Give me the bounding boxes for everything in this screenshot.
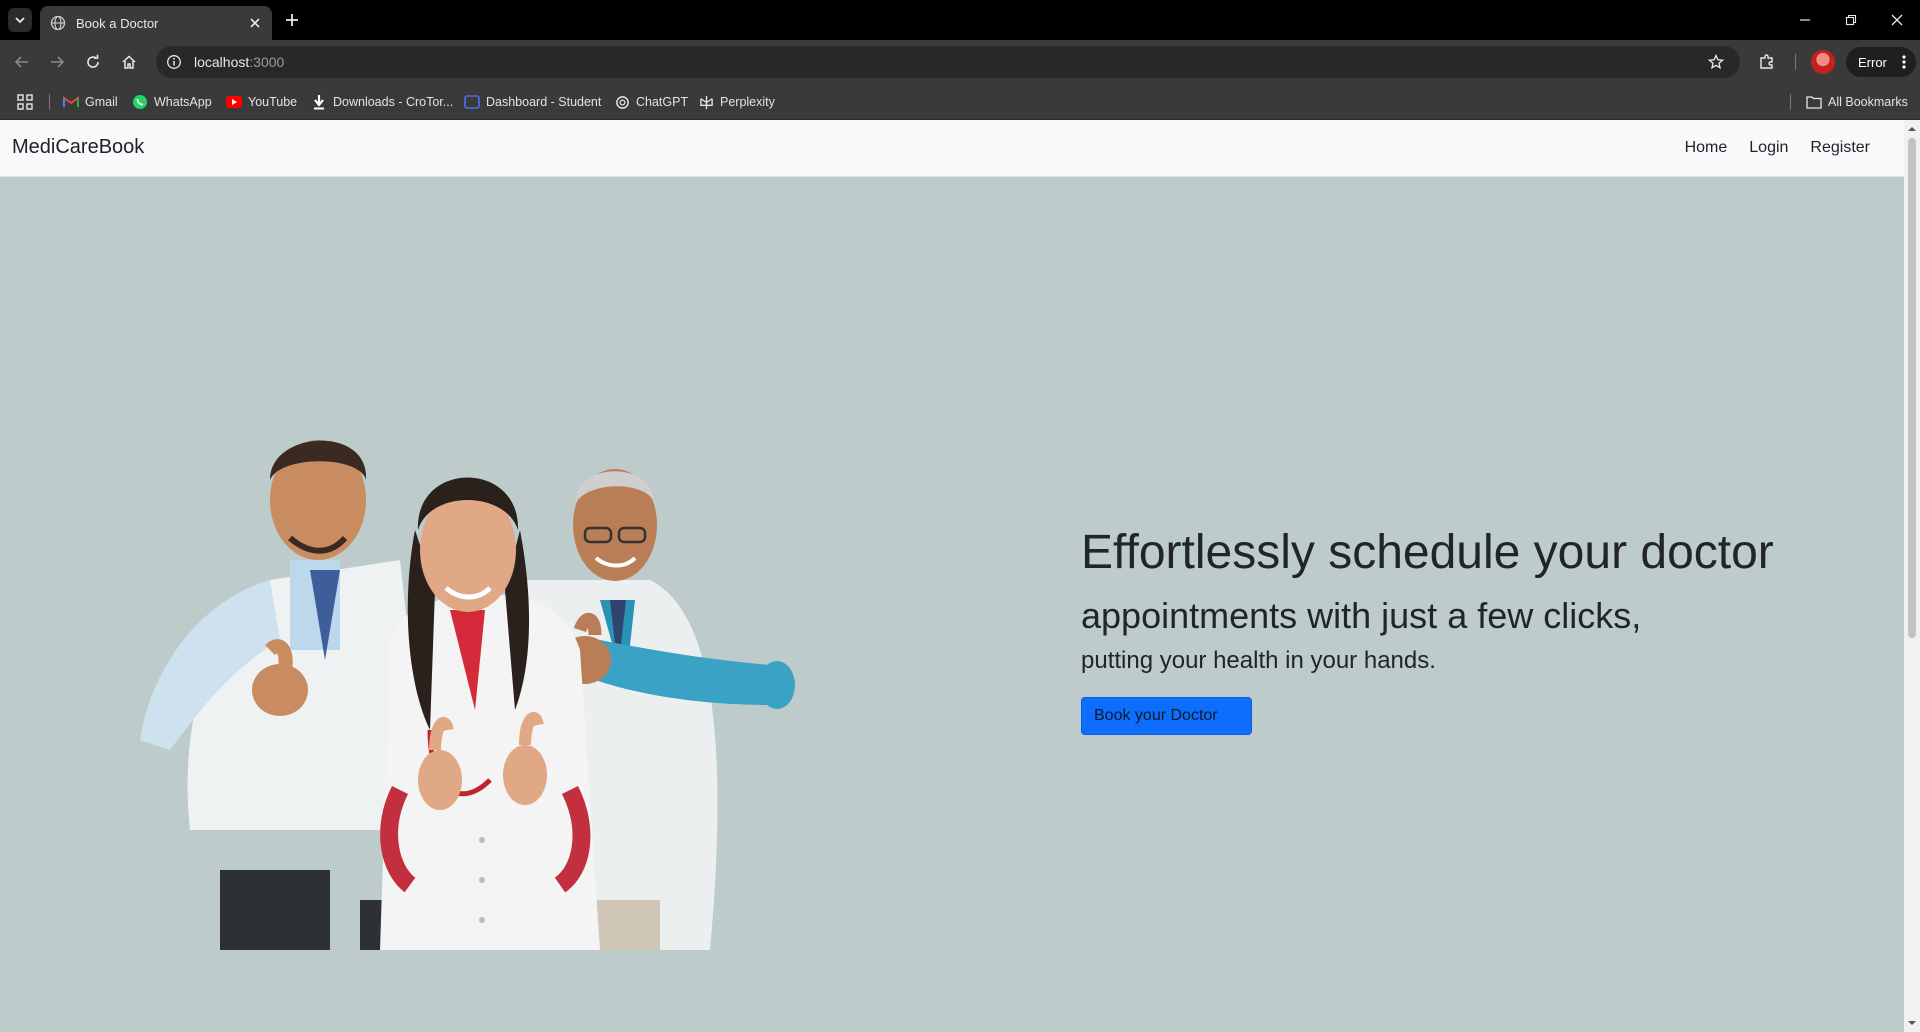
nav-links: Home Login Register — [1685, 139, 1870, 157]
restore-icon — [1845, 14, 1857, 26]
toolbar-divider — [1795, 54, 1796, 70]
chatgpt-icon — [614, 94, 630, 110]
chevron-down-icon — [15, 17, 25, 24]
home-button[interactable] — [116, 49, 142, 75]
profile-error-button[interactable]: Error — [1846, 47, 1916, 77]
site-info-icon[interactable] — [166, 54, 182, 70]
home-icon — [122, 55, 136, 69]
reload-button[interactable] — [80, 49, 106, 75]
book-doctor-button[interactable]: Book your Doctor — [1081, 697, 1252, 736]
download-icon — [311, 94, 327, 110]
perplexity-icon — [698, 94, 714, 110]
scrollbar-thumb[interactable] — [1908, 138, 1916, 638]
bookmark-label: WhatsApp — [154, 95, 212, 109]
profile-error-label: Error — [1858, 54, 1887, 70]
forward-button[interactable] — [44, 49, 70, 75]
bookmark-dashboard[interactable]: Dashboard - Student — [464, 92, 601, 112]
apps-button[interactable] — [17, 92, 33, 112]
bookmark-label: YouTube — [248, 95, 298, 109]
more-menu-icon[interactable] — [1902, 54, 1906, 73]
site-navbar: MediCareBook Home Login Register — [0, 120, 1904, 177]
reload-icon — [87, 54, 99, 68]
arrow-right-icon — [51, 56, 65, 68]
hero-heading: Effortlessly schedule your doctor — [1081, 526, 1774, 579]
bookmark-label: Dashboard - Student — [486, 95, 602, 109]
bookmark-gmail[interactable]: Gmail — [63, 92, 118, 112]
browser-toolbar: localhost:3000 Error — [0, 40, 1920, 84]
close-icon — [1891, 14, 1903, 26]
back-button[interactable] — [9, 49, 35, 75]
bookmarks-divider — [1790, 94, 1791, 110]
all-bookmarks-label: All Bookmarks — [1828, 95, 1908, 109]
folder-icon — [1806, 94, 1822, 110]
bookmark-perplexity[interactable]: Perplexity — [698, 92, 775, 112]
tab-search-button[interactable] — [8, 8, 32, 32]
dashboard-icon — [464, 94, 480, 110]
profile-avatar[interactable] — [1811, 50, 1835, 74]
window-controls — [1782, 0, 1920, 40]
bookmark-label: Downloads - CroTor... — [333, 95, 454, 109]
minimize-button[interactable] — [1782, 0, 1828, 40]
close-tab-icon[interactable] — [248, 16, 262, 30]
youtube-icon — [226, 94, 242, 110]
puzzle-icon — [1760, 54, 1773, 69]
restore-button[interactable] — [1828, 0, 1874, 40]
tab-title: Book a Doctor — [76, 15, 159, 31]
apps-grid-icon — [17, 94, 33, 110]
doctors-hero-image — [140, 440, 795, 950]
bookmark-downloads[interactable]: Downloads - CroTor... — [311, 92, 453, 112]
bookmark-label: Perplexity — [720, 95, 775, 109]
doctor-center-figure — [380, 477, 600, 950]
page-viewport: MediCareBook Home Login Register Effortl… — [0, 120, 1904, 1032]
bookmarks-divider — [49, 94, 50, 110]
all-bookmarks-button[interactable]: All Bookmarks — [1806, 92, 1908, 112]
url-host: localhost — [194, 54, 250, 70]
nav-login-link[interactable]: Login — [1749, 139, 1788, 157]
whatsapp-icon — [132, 94, 148, 110]
globe-icon — [50, 15, 66, 31]
plus-icon — [286, 14, 298, 26]
nav-register-link[interactable]: Register — [1810, 139, 1870, 157]
hero-tagline: putting your health in your hands. — [1081, 647, 1436, 675]
bookmark-label: ChatGPT — [636, 95, 689, 109]
browser-tab-active[interactable]: Book a Doctor — [40, 6, 272, 40]
minimize-icon — [1800, 19, 1810, 21]
bookmark-whatsapp[interactable]: WhatsApp — [132, 92, 212, 112]
extensions-button[interactable] — [1754, 49, 1780, 75]
url-port: :3000 — [249, 54, 285, 70]
tab-strip: Book a Doctor — [0, 0, 1920, 40]
arrow-left-icon — [14, 56, 28, 68]
bookmark-youtube[interactable]: YouTube — [226, 92, 297, 112]
scroll-up-icon[interactable] — [1907, 124, 1917, 134]
bookmark-chatgpt[interactable]: ChatGPT — [614, 92, 688, 112]
page-scrollbar[interactable] — [1904, 120, 1920, 1032]
site-brand[interactable]: MediCareBook — [12, 136, 144, 159]
bookmarks-bar: Gmail WhatsApp YouTube Downloads - CroTo… — [0, 84, 1920, 120]
gmail-icon — [63, 94, 79, 110]
scroll-down-icon[interactable] — [1907, 1018, 1917, 1028]
address-bar[interactable]: localhost:3000 — [156, 46, 1740, 78]
bookmark-label: Gmail — [85, 95, 118, 109]
bookmark-star-icon[interactable] — [1708, 54, 1724, 70]
new-tab-button[interactable] — [282, 10, 302, 30]
nav-home-link[interactable]: Home — [1685, 139, 1728, 157]
hero-section: Effortlessly schedule your doctor appoin… — [1081, 525, 1774, 736]
close-window-button[interactable] — [1874, 0, 1920, 40]
hero-subheading: appointments with just a few clicks, — [1081, 595, 1642, 637]
